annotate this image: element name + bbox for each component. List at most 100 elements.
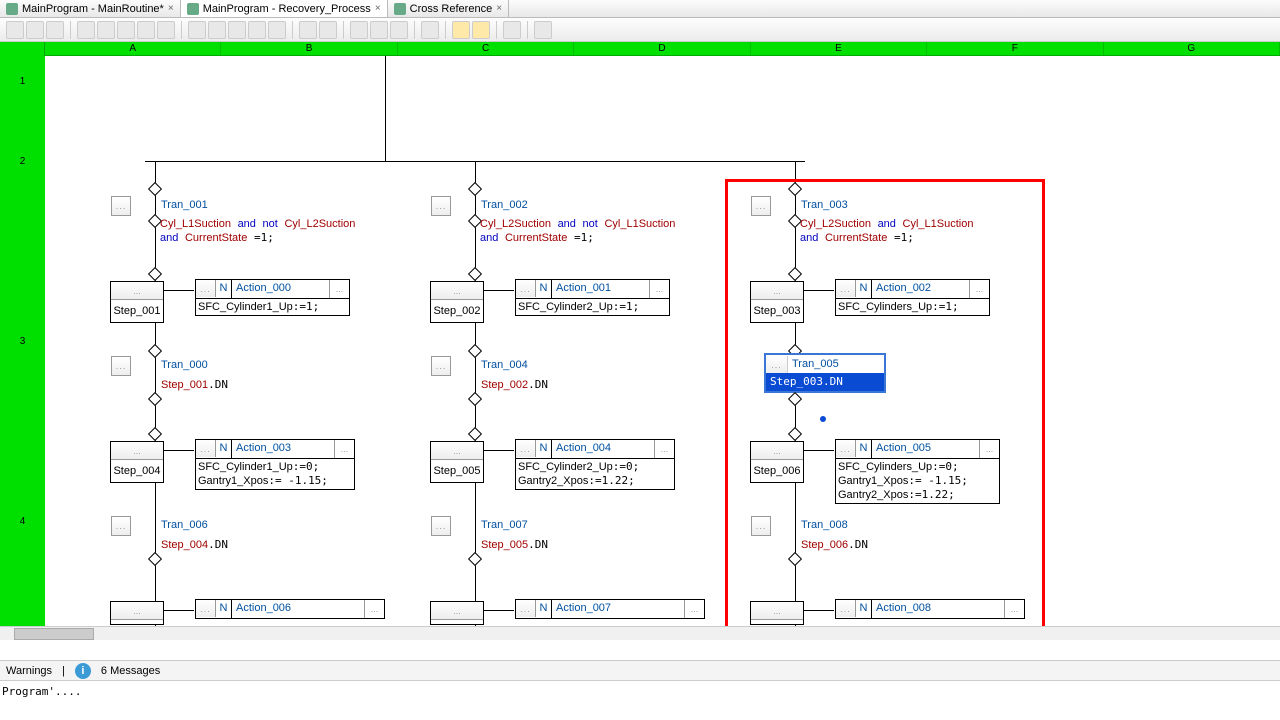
output-pane[interactable]: Program'.... [0, 680, 1280, 720]
close-icon[interactable]: × [375, 3, 381, 14]
trans-menu[interactable]: ... [431, 196, 451, 216]
action-menu[interactable]: ... [196, 440, 216, 457]
tab-0[interactable]: MainProgram - MainRoutine*× [0, 0, 181, 17]
action-body[interactable]: SFC_Cylinders_Up:=0; Gantry1_Xpos:= -1.1… [836, 458, 999, 503]
trans-menu[interactable]: ... [751, 196, 771, 216]
action-qualifier[interactable]: N [856, 600, 872, 618]
status-warnings[interactable]: Warnings [6, 665, 52, 677]
action-qualifier[interactable]: N [216, 600, 232, 618]
action-menu[interactable]: ... [196, 600, 216, 617]
tb-step-back[interactable] [188, 21, 206, 39]
step-menu[interactable]: ... [111, 282, 163, 300]
tb-zoom-in[interactable] [319, 21, 337, 39]
step-partial[interactable]: ... [430, 601, 484, 625]
trans-name[interactable]: Tran_005 [788, 358, 843, 370]
step-menu[interactable]: ... [751, 442, 803, 460]
action-menu2[interactable]: ... [364, 600, 384, 618]
action-menu[interactable]: ... [516, 600, 536, 617]
action-name[interactable]: Action_000 [232, 280, 329, 298]
action-Action_006[interactable]: ...NAction_006... [195, 599, 385, 619]
trans-code[interactable]: Step_001.DN [161, 378, 228, 392]
action-qualifier[interactable]: N [536, 600, 552, 618]
trans-name[interactable]: Tran_002 [481, 199, 528, 211]
trans-name[interactable]: Tran_003 [801, 199, 848, 211]
step-menu[interactable]: ... [111, 602, 163, 620]
action-Action_001[interactable]: ...NAction_001...SFC_Cylinder2_Up:=1; [515, 279, 670, 316]
action-name[interactable]: Action_001 [552, 280, 649, 298]
tb-open[interactable] [26, 21, 44, 39]
action-menu[interactable]: ... [836, 280, 856, 297]
trans-code[interactable]: Cyl_L1Suction and not Cyl_L2Suction and … [160, 217, 355, 245]
action-body[interactable]: SFC_Cylinder2_Up:=0; Gantry2_Xpos:=1.22; [516, 458, 674, 489]
trans-code[interactable]: Cyl_L2Suction and not Cyl_L1Suction and … [480, 217, 675, 245]
trans-menu[interactable]: ... [766, 356, 788, 373]
action-Action_005[interactable]: ...NAction_005...SFC_Cylinders_Up:=0; Ga… [835, 439, 1000, 504]
status-messages[interactable]: 6 Messages [101, 665, 160, 677]
tb-zoom-out[interactable] [299, 21, 317, 39]
tb-new[interactable] [6, 21, 24, 39]
trans-code[interactable]: Cyl_L2Suction and Cyl_L1Suction and Curr… [800, 217, 973, 245]
h-scrollbar[interactable] [0, 626, 1280, 640]
tb-step-fwd[interactable] [208, 21, 226, 39]
action-name[interactable]: Action_007 [552, 600, 684, 618]
action-Action_008[interactable]: ...NAction_008... [835, 599, 1025, 619]
action-name[interactable]: Action_004 [552, 440, 654, 458]
step-menu[interactable]: ... [751, 602, 803, 620]
trans-name[interactable]: Tran_008 [801, 519, 848, 531]
action-name[interactable]: Action_002 [872, 280, 969, 298]
tb-copy[interactable] [97, 21, 115, 39]
action-menu2[interactable]: ... [654, 440, 674, 458]
tb-save[interactable] [46, 21, 64, 39]
action-name[interactable]: Action_006 [232, 600, 364, 618]
trans-menu[interactable]: ... [431, 356, 451, 376]
trans-menu[interactable]: ... [431, 516, 451, 536]
tb-cut[interactable] [77, 21, 95, 39]
trans-code-selected[interactable]: Step_003.DN [766, 373, 884, 391]
h-scroll-thumb[interactable] [14, 628, 94, 640]
tb-mode2[interactable] [472, 21, 490, 39]
action-qualifier[interactable]: N [856, 280, 872, 298]
action-qualifier[interactable]: N [536, 440, 552, 458]
tab-2[interactable]: Cross Reference× [388, 0, 509, 17]
tb-undo[interactable] [137, 21, 155, 39]
close-icon[interactable]: × [496, 3, 502, 14]
tb-step-out[interactable] [268, 21, 286, 39]
tb-doc1[interactable] [350, 21, 368, 39]
trans-code[interactable]: Step_002.DN [481, 378, 548, 392]
tb-doc3[interactable] [390, 21, 408, 39]
tb-tool1[interactable] [503, 21, 521, 39]
action-menu2[interactable]: ... [1004, 600, 1024, 618]
step-menu[interactable]: ... [751, 282, 803, 300]
tb-step-into[interactable] [228, 21, 246, 39]
step-Step_005[interactable]: ...Step_005 [430, 441, 484, 483]
action-Action_004[interactable]: ...NAction_004...SFC_Cylinder2_Up:=0; Ga… [515, 439, 675, 490]
action-menu2[interactable]: ... [649, 280, 669, 298]
step-menu[interactable]: ... [111, 442, 163, 460]
action-menu2[interactable]: ... [684, 600, 704, 618]
tb-find[interactable] [421, 21, 439, 39]
step-menu[interactable]: ... [431, 282, 483, 300]
step-Step_004[interactable]: ...Step_004 [110, 441, 164, 483]
action-Action_003[interactable]: ...NAction_003...SFC_Cylinder1_Up:=0; Ga… [195, 439, 355, 490]
trans-name[interactable]: Tran_004 [481, 359, 528, 371]
action-qualifier[interactable]: N [536, 280, 552, 298]
action-menu2[interactable]: ... [979, 440, 999, 458]
action-qualifier[interactable]: N [216, 440, 232, 458]
trans-code[interactable]: Step_004.DN [161, 538, 228, 552]
action-name[interactable]: Action_003 [232, 440, 334, 458]
sfc-canvas[interactable]: ...Tran_001Cyl_L1Suction and not Cyl_L2S… [45, 56, 1280, 626]
trans-name[interactable]: Tran_007 [481, 519, 528, 531]
action-menu2[interactable]: ... [969, 280, 989, 298]
action-Action_007[interactable]: ...NAction_007... [515, 599, 705, 619]
action-menu[interactable]: ... [516, 280, 536, 297]
tb-redo[interactable] [157, 21, 175, 39]
step-partial[interactable]: ... [110, 601, 164, 625]
action-body[interactable]: SFC_Cylinder1_Up:=1; [196, 298, 349, 315]
action-body[interactable]: SFC_Cylinder2_Up:=1; [516, 298, 669, 315]
action-qualifier[interactable]: N [856, 440, 872, 458]
trans-menu[interactable]: ... [111, 356, 131, 376]
action-menu2[interactable]: ... [334, 440, 354, 458]
action-name[interactable]: Action_005 [872, 440, 979, 458]
action-Action_000[interactable]: ...NAction_000...SFC_Cylinder1_Up:=1; [195, 279, 350, 316]
step-Step_003[interactable]: ...Step_003 [750, 281, 804, 323]
